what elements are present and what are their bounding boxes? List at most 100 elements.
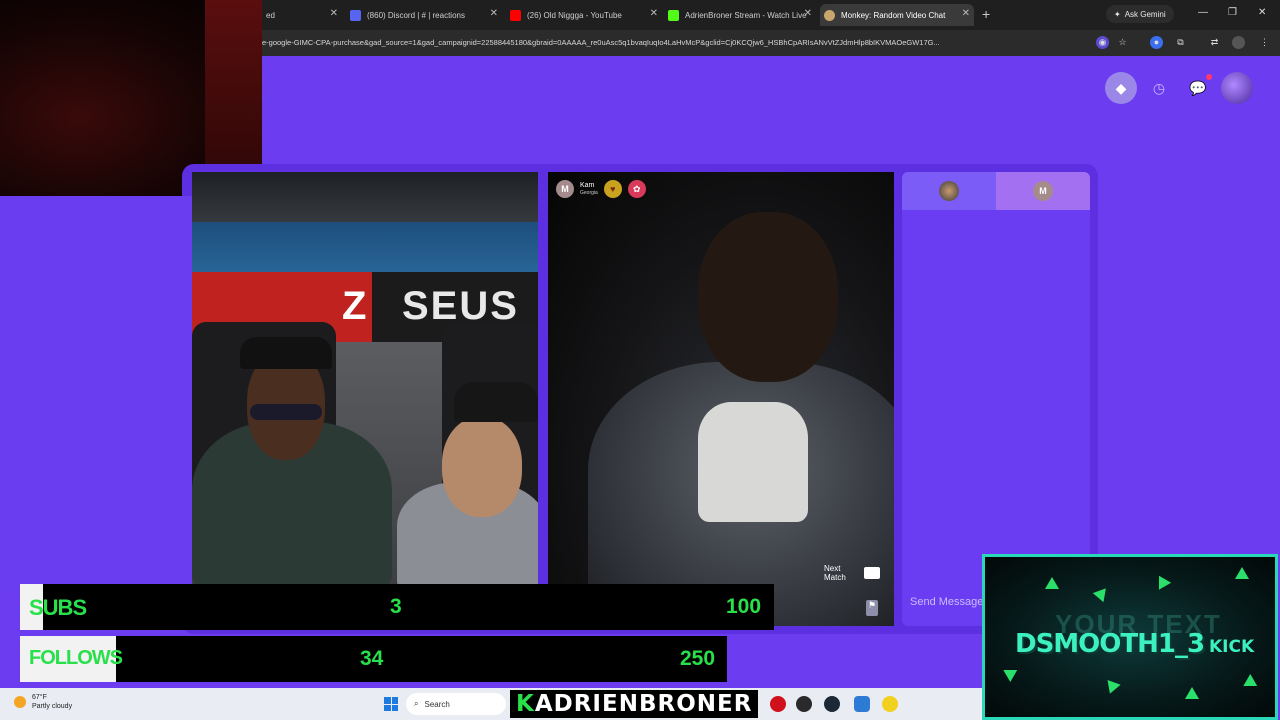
local-video: SEUS Z — [192, 172, 538, 584]
peer-video — [548, 172, 894, 626]
close-window-icon[interactable]: ✕ — [1258, 7, 1266, 18]
notification-dot — [1206, 74, 1212, 80]
search-placeholder: Search — [424, 699, 450, 709]
decor-shard — [1152, 572, 1172, 590]
menu-icon[interactable]: ⋮ — [1258, 36, 1271, 49]
taskbar-search[interactable]: ⌕ Search — [406, 693, 506, 715]
peer-user-avatar: M — [1033, 181, 1053, 201]
profile-extension-icon[interactable]: ● — [1150, 36, 1163, 49]
partly-cloudy-icon — [14, 696, 26, 708]
sunglasses — [250, 404, 322, 420]
left-panel — [0, 196, 192, 596]
next-match-label: Next Match — [824, 564, 846, 582]
tab-label: (26) Old Niggga - YouTube — [527, 10, 622, 20]
kick-logo: KICK — [1209, 637, 1255, 657]
kick-icon — [668, 9, 679, 21]
cap — [240, 337, 332, 369]
plate-rest: ADRIENBRONER — [534, 691, 753, 717]
decor-shard — [1092, 583, 1112, 603]
youtube-icon — [510, 9, 521, 21]
account-avatar[interactable] — [1232, 36, 1245, 49]
tab-label: ed — [266, 10, 275, 20]
decor-shard — [1003, 663, 1021, 683]
streamer-name: DSMOOTH1_3 — [1015, 629, 1205, 659]
windows-start-icon[interactable] — [384, 697, 398, 711]
subs-current: 3 — [390, 595, 402, 618]
url-text[interactable]: e-google-GIMC-CPA-purchase&gad_source=1&… — [262, 38, 1092, 47]
maximize-icon[interactable]: ❐ — [1228, 7, 1237, 18]
gift-badge-icon[interactable]: ✿ — [627, 180, 646, 198]
profile-avatar[interactable] — [1221, 72, 1253, 104]
subs-target: 100 — [726, 595, 762, 618]
broadcaster-plate: KADRIENBRONER — [510, 690, 759, 718]
browser-tab[interactable]: (26) Old Niggga - YouTube ✕ — [506, 4, 662, 26]
follows-label: FOLLOWS — [29, 647, 123, 669]
cast-icon[interactable]: ⇄ — [1208, 36, 1221, 49]
subs-label: SUBS — [29, 595, 87, 620]
subs-goal-bar: SUBS 3 100 — [20, 584, 774, 630]
gem-icon[interactable]: ◆ — [1105, 72, 1137, 104]
close-icon[interactable]: ✕ — [330, 8, 338, 19]
extensions-puzzle-icon[interactable]: ⧉ — [1174, 36, 1187, 49]
tab-label: AdrienBroner Stream - Watch Live — [685, 10, 807, 20]
clock-icon[interactable]: ◷ — [1143, 72, 1175, 104]
report-flag-icon[interactable]: ⚑ — [866, 600, 878, 616]
tab-label: (860) Discord | # | reactions — [367, 10, 465, 20]
chat-tab-peer[interactable]: M — [996, 172, 1090, 210]
discord-icon — [350, 9, 361, 21]
browser-tab-active[interactable]: Monkey: Random Video Chat ✕ — [820, 4, 974, 26]
weather-widget[interactable]: 67°F Partly cloudy — [14, 693, 72, 711]
chat-tabs: M — [902, 172, 1090, 210]
peer-head — [698, 212, 838, 382]
follows-goal-bar: FOLLOWS 34 250 — [20, 636, 727, 682]
heart-badge-icon[interactable]: ♥ — [603, 180, 622, 198]
app-icon[interactable] — [770, 696, 786, 712]
ask-gemini-label: Ask Gemini — [1124, 9, 1166, 19]
peer-location: Georgia — [580, 190, 598, 196]
extension-icon[interactable]: ◉ — [1096, 36, 1109, 49]
close-icon[interactable]: ✕ — [962, 8, 970, 19]
peer-info: M Kam Georgia ♥ ✿ — [556, 180, 646, 198]
decor-shard — [1243, 673, 1261, 693]
plate-first-letter: K — [516, 691, 535, 717]
ask-gemini-button[interactable]: ✦ Ask Gemini — [1106, 5, 1174, 23]
peer-name: Kam — [580, 182, 595, 189]
weather-text: 67°F Partly cloudy — [32, 693, 72, 711]
local-user-avatar — [939, 181, 959, 201]
browser-tab[interactable]: AdrienBroner Stream - Watch Live ✕ — [664, 4, 816, 26]
close-icon[interactable]: ✕ — [650, 8, 658, 19]
browser-tab[interactable]: ed ✕ — [262, 4, 342, 26]
monkey-icon — [824, 9, 835, 21]
chat-tab-local[interactable] — [902, 172, 996, 210]
taskbar: 67°F Partly cloudy ⌕ Search — [0, 688, 982, 720]
keyboard-icon — [864, 567, 880, 579]
close-icon[interactable]: ✕ — [804, 8, 812, 19]
weather-condition: Partly cloudy — [32, 703, 73, 710]
app-icon[interactable] — [854, 696, 870, 712]
peer-shirt — [698, 402, 808, 522]
search-icon: ⌕ — [414, 699, 419, 708]
minimize-icon[interactable]: — — [1198, 7, 1208, 18]
peer-avatar[interactable]: M — [556, 180, 574, 198]
browser-tab[interactable]: (860) Discord | # | reactions ✕ — [346, 4, 502, 26]
tab-label: Monkey: Random Video Chat — [841, 10, 946, 20]
chat-bubble-icon[interactable]: 💬 — [1182, 72, 1214, 104]
follows-current: 34 — [360, 647, 384, 670]
streamer-panel: YOUR TEXT DSMOOTH1_3 KICK — [982, 554, 1278, 720]
decor-shard — [1103, 679, 1121, 697]
close-icon[interactable]: ✕ — [490, 8, 498, 19]
decor-shard — [1185, 687, 1199, 699]
app-icon[interactable] — [882, 696, 898, 712]
steam-icon[interactable] — [824, 696, 840, 712]
app-icon[interactable] — [796, 696, 812, 712]
temperature: 67°F — [32, 694, 47, 701]
person-right-head — [442, 417, 522, 517]
next-match-button[interactable]: Next Match — [818, 560, 886, 586]
cap — [454, 382, 538, 422]
follows-target: 250 — [680, 647, 716, 670]
peer-details: Kam Georgia — [580, 182, 598, 196]
sparkle-icon: ✦ — [1114, 9, 1121, 19]
new-tab-button[interactable]: + — [982, 6, 990, 22]
bookmark-star-icon[interactable]: ☆ — [1116, 36, 1129, 49]
decor-shard — [1235, 567, 1249, 579]
